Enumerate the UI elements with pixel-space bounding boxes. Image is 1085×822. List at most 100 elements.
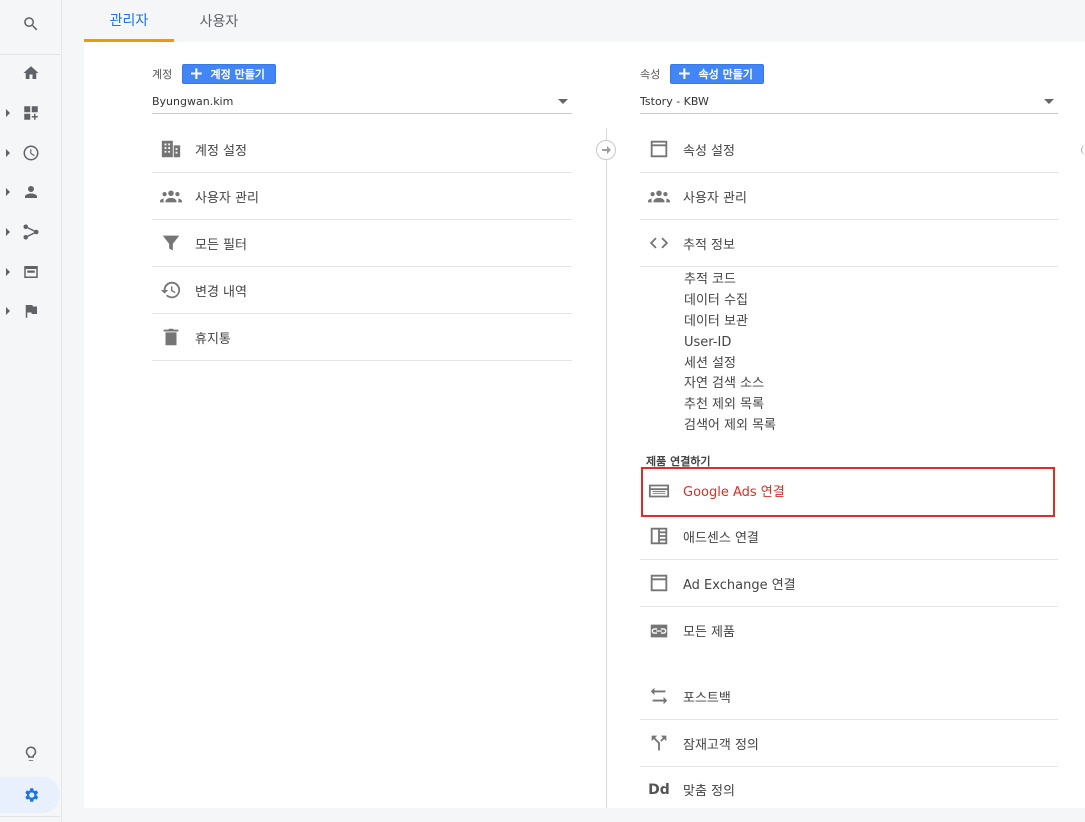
menu-adsense-linking[interactable]: 애드센스 연결 xyxy=(640,513,1058,560)
create-property-label: 속성 만들기 xyxy=(698,68,753,81)
dropdown-caret-icon xyxy=(1044,99,1054,104)
conversions-nav[interactable] xyxy=(0,291,62,331)
behavior-icon xyxy=(24,266,38,278)
menu-label: Google Ads 연결 xyxy=(683,485,785,500)
menu-ad-exchange-linking[interactable]: Ad Exchange 연결 xyxy=(640,560,1058,607)
lightbulb-icon xyxy=(25,746,37,761)
admin-nav[interactable] xyxy=(0,775,62,815)
menu-custom-definitions[interactable]: Dd 맞춤 정의 xyxy=(640,766,1058,813)
next-column-edge xyxy=(1081,145,1085,155)
dd-icon: Dd xyxy=(647,778,671,802)
fork-icon xyxy=(647,731,671,755)
trash-icon xyxy=(159,325,183,349)
tab-user[interactable]: 사용자 xyxy=(174,0,264,42)
menu-change-history[interactable]: 변경 내역 xyxy=(152,267,572,314)
menu-all-filters[interactable]: 모든 필터 xyxy=(152,220,572,267)
sub-tracking-code[interactable]: 추적 코드 xyxy=(684,269,736,290)
menu-property-user-management[interactable]: 사용자 관리 xyxy=(640,173,1058,220)
menu-account-user-management[interactable]: 사용자 관리 xyxy=(152,173,572,220)
menu-google-ads-linking[interactable]: Google Ads 연결 xyxy=(640,467,1058,514)
sub-referral-exclusion[interactable]: 추천 제외 목록 xyxy=(684,394,764,415)
menu-label: 모든 필터 xyxy=(195,237,247,253)
column-divider xyxy=(606,128,607,808)
expand-caret-icon xyxy=(6,109,10,117)
account-selected: Byungwan.kim xyxy=(152,95,234,108)
create-property-button[interactable]: + 속성 만들기 xyxy=(670,64,764,84)
menu-label: 사용자 관리 xyxy=(683,190,747,206)
menu-label: 변경 내역 xyxy=(195,284,247,300)
realtime-nav[interactable] xyxy=(0,133,62,173)
menu-label: 추적 정보 xyxy=(683,237,735,253)
menu-property-settings[interactable]: 속성 설정 xyxy=(640,126,1058,173)
home-nav[interactable] xyxy=(0,53,62,93)
create-account-label: 계정 만들기 xyxy=(210,68,265,81)
expand-caret-icon xyxy=(6,149,10,157)
property-header: 속성 + 속성 만들기 xyxy=(640,64,764,84)
audience-nav[interactable] xyxy=(0,172,62,212)
menu-label: 맞춤 정의 xyxy=(683,784,735,799)
top-tabs: 관리자 사용자 xyxy=(84,0,1085,42)
menu-label: 잠재고객 정의 xyxy=(683,737,759,753)
adsense-icon xyxy=(647,524,671,548)
search-icon xyxy=(24,17,38,31)
window-icon xyxy=(647,137,671,161)
property-selector[interactable]: Tstory - KBW xyxy=(640,90,1058,114)
plus-icon: + xyxy=(677,64,692,84)
search-button[interactable] xyxy=(0,4,62,44)
people-icon xyxy=(647,184,671,208)
menu-postbacks[interactable]: 포스트백 xyxy=(640,673,1058,720)
account-header: 계정 + 계정 만들기 xyxy=(152,64,276,84)
dropdown-caret-icon xyxy=(558,99,568,104)
sub-user-id[interactable]: User-ID xyxy=(684,332,731,353)
history-icon xyxy=(159,278,183,302)
property-label: 속성 xyxy=(640,68,661,81)
acquisition-nav[interactable] xyxy=(0,212,62,252)
flag-icon xyxy=(25,305,37,318)
property-selected: Tstory - KBW xyxy=(640,95,709,108)
menu-all-products[interactable]: 모든 제품 xyxy=(640,607,1058,654)
menu-trash[interactable]: 휴지통 xyxy=(152,314,572,361)
tab-admin[interactable]: 관리자 xyxy=(84,0,174,42)
sub-organic-search-sources[interactable]: 자연 검색 소스 xyxy=(684,373,764,394)
sub-search-term-exclusion[interactable]: 검색어 제외 목록 xyxy=(684,415,776,436)
menu-label: 포스트백 xyxy=(683,690,731,706)
link-box-icon xyxy=(647,619,671,643)
create-account-button[interactable]: + 계정 만들기 xyxy=(182,64,276,84)
window-icon xyxy=(647,571,671,595)
arrow-right-icon xyxy=(602,146,611,154)
menu-audience-definitions[interactable]: 잠재고객 정의 xyxy=(640,720,1058,767)
customization-nav[interactable] xyxy=(0,93,62,133)
sub-data-collection[interactable]: 데이터 수집 xyxy=(684,290,748,311)
code-icon xyxy=(647,231,671,255)
behavior-nav[interactable] xyxy=(0,252,62,292)
gear-icon xyxy=(25,788,39,802)
dashboard-add-icon xyxy=(24,106,38,120)
left-nav-rail xyxy=(0,0,62,822)
menu-label: 휴지통 xyxy=(195,331,231,347)
admin-panel: 계정 + 계정 만들기 Byungwan.kim 계정 설정 사용자 관리 모든… xyxy=(84,42,1085,808)
swap-icon xyxy=(647,684,671,708)
menu-label: 속성 설정 xyxy=(683,143,735,159)
expand-caret-icon xyxy=(6,268,10,276)
account-label: 계정 xyxy=(152,68,173,81)
menu-account-settings[interactable]: 계정 설정 xyxy=(152,126,572,173)
menu-label: 애드센스 연결 xyxy=(683,530,759,546)
sub-session-settings[interactable]: 세션 설정 xyxy=(684,353,736,374)
ads-icon xyxy=(647,479,671,503)
sub-data-retention[interactable]: 데이터 보관 xyxy=(684,311,748,332)
discover-nav[interactable] xyxy=(0,734,62,774)
expand-caret-icon xyxy=(6,307,10,315)
filter-icon xyxy=(159,231,183,255)
person-icon xyxy=(25,186,37,198)
acquisition-icon xyxy=(23,224,39,240)
menu-label: 모든 제품 xyxy=(683,625,735,640)
menu-tracking-info[interactable]: 추적 정보 xyxy=(640,220,1058,267)
expand-caret-icon xyxy=(6,228,10,236)
dd-glyph: Dd xyxy=(648,781,670,798)
plus-icon: + xyxy=(189,64,204,84)
menu-label: Ad Exchange 연결 xyxy=(683,577,796,593)
account-selector[interactable]: Byungwan.kim xyxy=(152,90,572,114)
expand-caret-icon xyxy=(6,188,10,196)
menu-label: 계정 설정 xyxy=(195,143,247,159)
column-arrow xyxy=(596,140,616,160)
